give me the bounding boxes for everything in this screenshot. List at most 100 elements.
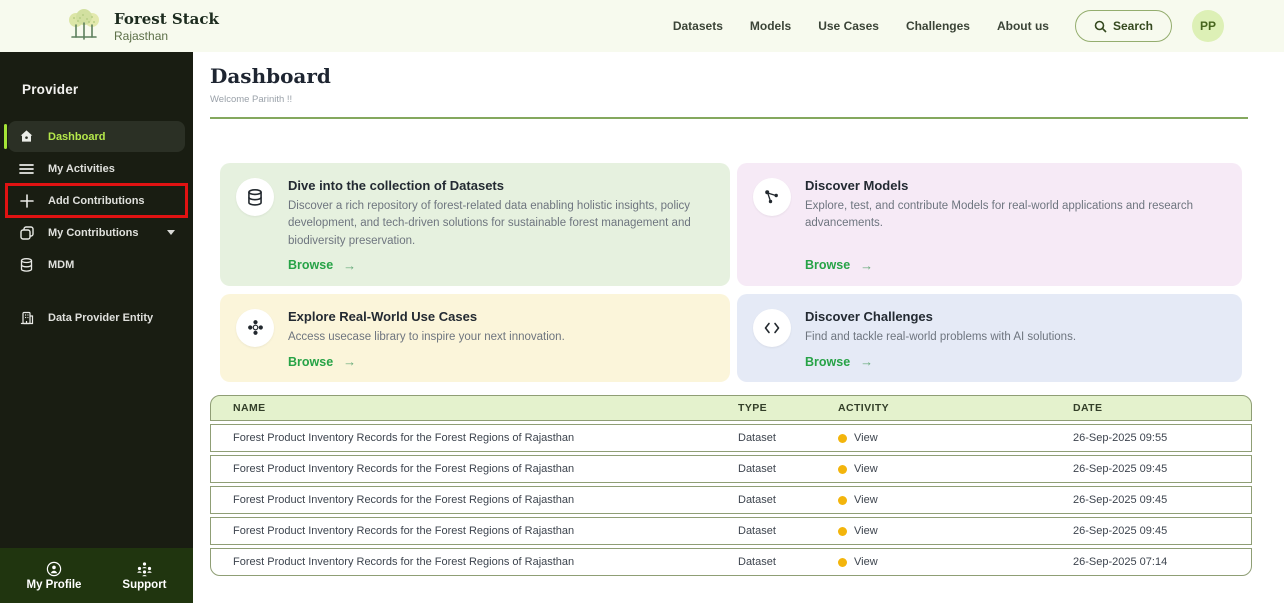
table-row[interactable]: Forest Product Inventory Records for the… [210,517,1252,545]
forest-trees-icon [64,7,104,45]
sidebar-title: Provider [0,52,193,97]
status-dot [838,527,847,536]
cell-name: Forest Product Inventory Records for the… [233,463,738,475]
network-share-icon [753,178,791,216]
cell-name: Forest Product Inventory Records for the… [233,525,738,537]
card-title: Dive into the collection of Datasets [288,178,712,193]
database-icon [236,178,274,216]
cell-date: 26-Sep-2025 09:55 [1073,432,1251,444]
cell-activity: View [854,556,878,568]
list-icon [18,163,35,175]
green-divider [210,117,1248,119]
activity-table: NAME TYPE ACTIVITY DATE Forest Product I… [210,395,1252,576]
nav-models[interactable]: Models [750,19,791,33]
table-row[interactable]: Forest Product Inventory Records for the… [210,455,1252,483]
sidebar-item-data-provider-entity[interactable]: Data Provider Entity [8,302,185,333]
sidebar-item-my-activities[interactable]: My Activities [8,153,185,184]
top-header: Forest Stack Rajasthan Datasets Models U… [0,0,1284,52]
avatar[interactable]: PP [1192,10,1224,42]
my-profile-button[interactable]: My Profile [26,561,81,591]
status-dot [838,434,847,443]
browse-datasets-link[interactable]: Browse → [288,250,712,273]
feature-cards: Dive into the collection of Datasets Dis… [220,163,1248,382]
card-description: Access usecase library to inspire your n… [288,329,712,346]
search-label: Search [1113,19,1153,33]
table-row[interactable]: Forest Product Inventory Records for the… [210,548,1252,576]
sidebar-item-label: My Activities [48,163,115,175]
brand[interactable]: Forest Stack Rajasthan [64,7,219,45]
card-challenges[interactable]: Discover Challenges Find and tackle real… [737,294,1242,382]
table-row[interactable]: Forest Product Inventory Records for the… [210,486,1252,514]
browse-label: Browse [288,355,333,369]
code-brackets-icon [753,309,791,347]
main-content: Dashboard Welcome Parinith !! Dive into … [193,52,1284,606]
status-dot [838,465,847,474]
arrow-right-icon: → [343,258,356,273]
cell-date: 26-Sep-2025 09:45 [1073,463,1251,475]
cell-type: Dataset [738,432,838,444]
arrow-right-icon: → [860,354,873,369]
support-button[interactable]: Support [122,561,166,591]
nav-use-cases[interactable]: Use Cases [818,19,879,33]
cell-type: Dataset [738,494,838,506]
four-petal-hub-icon [236,309,274,347]
card-models[interactable]: Discover Models Explore, test, and contr… [737,163,1242,286]
browse-models-link[interactable]: Browse → [805,250,1224,273]
cell-type: Dataset [738,525,838,537]
browse-use-cases-link[interactable]: Browse → [288,346,712,369]
column-header-type: TYPE [738,402,838,414]
cell-activity: View [854,494,878,506]
sidebar: Provider Dashboard My Activities [0,52,193,603]
plus-icon [18,194,35,208]
card-title: Discover Models [805,178,1224,193]
cell-activity: View [854,432,878,444]
card-title: Discover Challenges [805,309,1224,324]
browse-label: Browse [805,355,850,369]
database-icon [18,258,35,272]
welcome-text: Welcome Parinith !! [210,94,1248,105]
browse-label: Browse [288,258,333,272]
cell-activity: View [854,463,878,475]
cell-type: Dataset [738,556,838,568]
card-description: Explore, test, and contribute Models for… [805,198,1224,233]
cell-type: Dataset [738,463,838,475]
card-use-cases[interactable]: Explore Real-World Use Cases Access usec… [220,294,730,382]
nav-about-us[interactable]: About us [997,19,1049,33]
arrow-right-icon: → [343,354,356,369]
cell-activity: View [854,525,878,537]
sidebar-item-mdm[interactable]: MDM [8,249,185,280]
sidebar-item-dashboard[interactable]: Dashboard [8,121,185,152]
cell-date: 26-Sep-2025 09:45 [1073,525,1251,537]
cell-name: Forest Product Inventory Records for the… [233,556,738,568]
column-header-name: NAME [233,402,738,414]
cell-date: 26-Sep-2025 09:45 [1073,494,1251,506]
nav-challenges[interactable]: Challenges [906,19,970,33]
sidebar-item-label: Data Provider Entity [48,312,153,324]
sidebar-item-label: Dashboard [48,131,105,143]
people-group-icon [136,561,153,577]
arrow-right-icon: → [860,258,873,273]
cell-name: Forest Product Inventory Records for the… [233,432,738,444]
browse-challenges-link[interactable]: Browse → [805,346,1224,369]
table-row[interactable]: Forest Product Inventory Records for the… [210,424,1252,452]
table-header-row: NAME TYPE ACTIVITY DATE [210,395,1252,421]
sidebar-item-label: Add Contributions [48,195,145,207]
support-label: Support [122,579,166,591]
sidebar-nav: Dashboard My Activities Add Contribution… [0,121,193,333]
brand-title: Forest Stack [114,10,219,28]
chevron-down-icon[interactable] [167,230,175,235]
column-header-date: DATE [1073,402,1251,414]
page-title: Dashboard [210,64,1248,88]
search-icon [1094,20,1107,33]
person-circle-icon [46,561,62,577]
copy-icon [18,226,35,240]
card-datasets[interactable]: Dive into the collection of Datasets Dis… [220,163,730,286]
nav-datasets[interactable]: Datasets [673,19,723,33]
cell-date: 26-Sep-2025 07:14 [1073,556,1251,568]
browse-label: Browse [805,258,850,272]
status-dot [838,558,847,567]
sidebar-item-my-contributions[interactable]: My Contributions [8,217,185,248]
brand-subtitle: Rajasthan [114,29,219,43]
sidebar-item-add-contributions[interactable]: Add Contributions [8,185,185,216]
search-button[interactable]: Search [1075,10,1172,42]
